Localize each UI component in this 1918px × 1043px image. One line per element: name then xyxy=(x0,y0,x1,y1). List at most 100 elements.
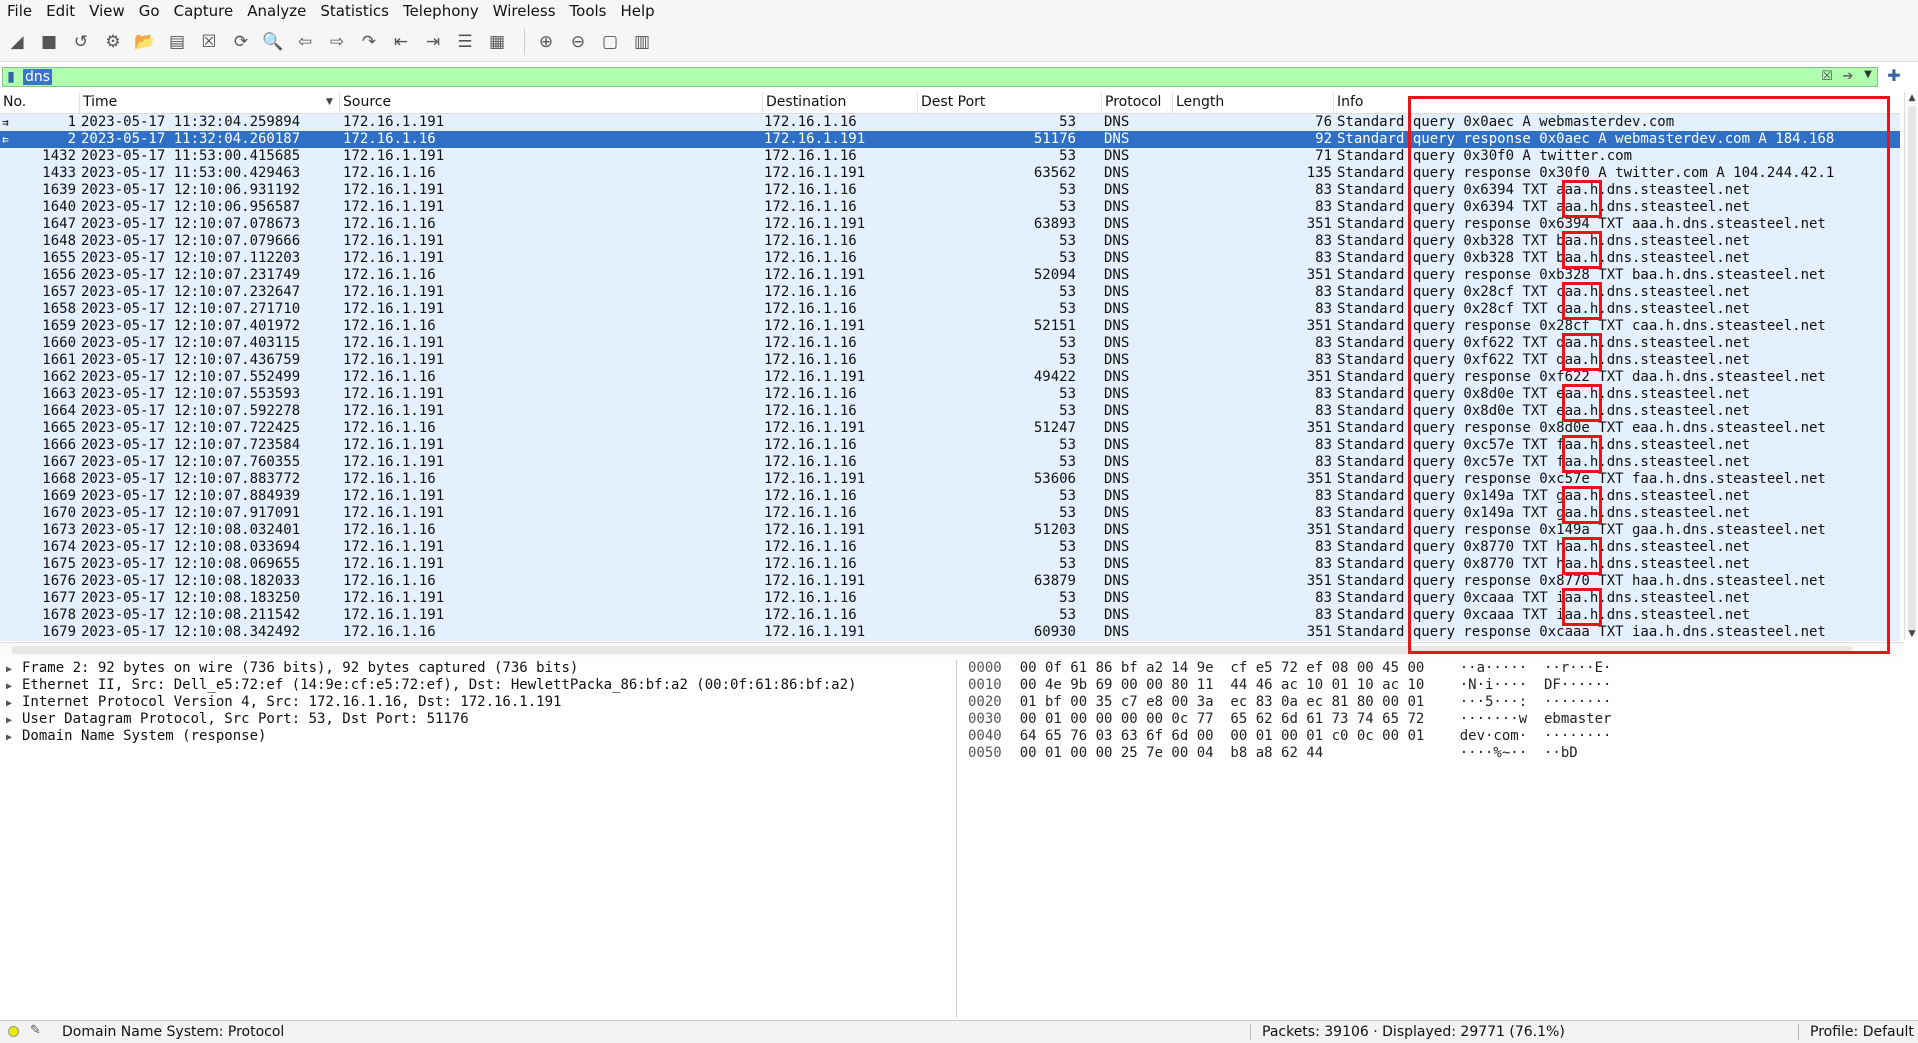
expand-arrow-icon[interactable]: ▶ xyxy=(6,661,22,678)
add-filter-button-icon[interactable]: ✚ xyxy=(1884,66,1904,86)
menu-capture[interactable]: Capture xyxy=(167,0,241,22)
scroll-up-icon[interactable]: ▲ xyxy=(1905,92,1918,104)
cell-proto: DNS xyxy=(1104,522,1130,538)
menu-tools[interactable]: Tools xyxy=(563,0,614,22)
display-filter-input[interactable]: ▮ dns ☒ ➔ ▼ xyxy=(2,67,1878,87)
hex-bytes[interactable]: 00 01 00 00 00 00 0c 77 65 62 6d 61 73 7… xyxy=(1020,711,1460,728)
hex-ascii[interactable]: ····%~·· ··bD xyxy=(1460,745,1578,761)
hex-bytes[interactable]: 00 4e 9b 69 00 00 80 11 44 46 ac 10 01 1… xyxy=(1020,677,1460,694)
hex-row[interactable]: 0050 00 01 00 00 25 7e 00 04 b8 a8 62 44 ·… xyxy=(962,745,1918,762)
hex-bytes[interactable]: 64 65 76 03 63 6f 6d 00 00 01 00 01 c0 0… xyxy=(1020,728,1460,745)
expand-arrow-icon[interactable]: ▶ xyxy=(6,678,22,695)
cell-no: 1648 xyxy=(42,233,76,249)
expand-arrow-icon[interactable]: ▶ xyxy=(6,729,22,746)
column-header-time[interactable]: Time xyxy=(80,92,340,113)
hex-bytes[interactable]: 00 01 00 00 25 7e 00 04 b8 a8 62 44 xyxy=(1020,745,1460,762)
cell-no: 1664 xyxy=(42,403,76,419)
menu-view[interactable]: View xyxy=(82,0,132,22)
menu-help[interactable]: Help xyxy=(613,0,661,22)
cell-src: 172.16.1.16 xyxy=(343,318,436,334)
hex-row[interactable]: 0010 00 4e 9b 69 00 00 80 11 44 46 ac 10 … xyxy=(962,677,1918,694)
resize-columns-icon[interactable]: ▥ xyxy=(629,29,655,55)
cell-proto: DNS xyxy=(1104,199,1130,215)
scroll-down-icon[interactable]: ▼ xyxy=(1905,628,1918,640)
cell-no: 1676 xyxy=(42,573,76,589)
restart-capture-icon[interactable]: ↺ xyxy=(68,29,94,55)
hex-bytes[interactable]: 00 0f 61 86 bf a2 14 9e cf e5 72 ef 08 0… xyxy=(1020,660,1460,677)
menu-statistics[interactable]: Statistics xyxy=(313,0,396,22)
detail-tree-item[interactable]: ▶ Domain Name System (response) xyxy=(0,728,956,745)
detail-tree-item[interactable]: ▶ Ethernet II, Src: Dell_e5:72:ef (14:9e:… xyxy=(0,677,956,694)
cell-dport: 53 xyxy=(1059,148,1076,164)
go-forward-icon[interactable]: ⇨ xyxy=(324,29,350,55)
bookmark-icon[interactable]: ▮ xyxy=(3,68,19,86)
menu-telephony[interactable]: Telephony xyxy=(396,0,486,22)
capture-options-icon[interactable]: ⚙ xyxy=(100,29,126,55)
zoom-in-icon[interactable]: ⊕ xyxy=(533,29,559,55)
menu-edit[interactable]: Edit xyxy=(39,0,82,22)
detail-text: User Datagram Protocol, Src Port: 53, Ds… xyxy=(22,711,469,727)
colorize-icon[interactable]: ▦ xyxy=(484,29,510,55)
cell-proto: DNS xyxy=(1104,352,1130,368)
stop-capture-icon[interactable]: ■ xyxy=(36,29,62,55)
expert-info-icon[interactable] xyxy=(8,1026,19,1037)
first-packet-icon[interactable]: ⇤ xyxy=(388,29,414,55)
cell-dport: 53 xyxy=(1059,250,1076,266)
cell-time: 2023-05-17 12:10:08.183250 xyxy=(81,590,301,606)
column-header-destination[interactable]: Destination xyxy=(763,92,918,113)
hex-ascii[interactable]: ·······w ebmaster xyxy=(1460,711,1612,727)
filter-text[interactable]: dns xyxy=(23,69,53,85)
column-header-length[interactable]: Length xyxy=(1173,92,1334,113)
cell-dport: 52094 xyxy=(1033,267,1076,283)
detail-tree-item[interactable]: ▶ User Datagram Protocol, Src Port: 53, D… xyxy=(0,711,956,728)
column-header-dest-port[interactable]: Dest Port xyxy=(918,92,1102,113)
cell-proto: DNS xyxy=(1104,114,1130,130)
find-packet-icon[interactable]: 🔍 xyxy=(260,29,286,55)
go-to-packet-icon[interactable]: ↷ xyxy=(356,29,382,55)
menu-analyze[interactable]: Analyze xyxy=(240,0,313,22)
hex-row[interactable]: 0020 01 bf 00 35 c7 e8 00 3a ec 83 0a ec … xyxy=(962,694,1918,711)
cell-src: 172.16.1.191 xyxy=(343,233,445,249)
go-back-icon[interactable]: ⇦ xyxy=(292,29,318,55)
chevron-down-icon[interactable]: ▼ xyxy=(1861,69,1875,85)
reload-file-icon[interactable]: ⟳ xyxy=(228,29,254,55)
hex-row[interactable]: 0000 00 0f 61 86 bf a2 14 9e cf e5 72 ef … xyxy=(962,660,1918,677)
hex-bytes[interactable]: 01 bf 00 35 c7 e8 00 3a ec 83 0a ec 81 8… xyxy=(1020,694,1460,711)
vertical-scrollbar[interactable]: ▲ ▼ xyxy=(1904,92,1918,640)
menu-go[interactable]: Go xyxy=(132,0,167,22)
column-header-no[interactable]: No. xyxy=(0,92,80,113)
hex-ascii[interactable]: dev·com· ········ xyxy=(1460,728,1612,744)
last-packet-icon[interactable]: ⇥ xyxy=(420,29,446,55)
annotation-box-subdomain xyxy=(1562,537,1602,575)
edit-comment-icon[interactable]: ✎ xyxy=(30,1023,41,1038)
open-file-icon[interactable]: 📂 xyxy=(132,29,158,55)
close-file-icon[interactable]: ☒ xyxy=(196,29,222,55)
auto-scroll-icon[interactable]: ☰ xyxy=(452,29,478,55)
save-file-icon[interactable]: ▤ xyxy=(164,29,190,55)
detail-tree-item[interactable]: ▶ Frame 2: 92 bytes on wire (736 bits), 9… xyxy=(0,660,956,677)
menu-file[interactable]: File xyxy=(0,0,39,22)
zoom-out-icon[interactable]: ⊖ xyxy=(565,29,591,55)
column-header-source[interactable]: Source xyxy=(340,92,763,113)
expand-arrow-icon[interactable]: ▶ xyxy=(6,712,22,729)
hex-ascii[interactable]: ···5···: ········ xyxy=(1460,694,1612,710)
cell-len: 351 xyxy=(1306,522,1332,538)
cell-dst: 172.16.1.191 xyxy=(764,165,866,181)
start-capture-icon[interactable]: ◢ xyxy=(4,29,30,55)
hex-row[interactable]: 0040 64 65 76 03 63 6f 6d 00 00 01 00 01 … xyxy=(962,728,1918,745)
menu-wireless[interactable]: Wireless xyxy=(486,0,563,22)
hex-ascii[interactable]: ·N·i···· DF······ xyxy=(1460,677,1612,693)
expand-arrow-icon[interactable]: ▶ xyxy=(6,695,22,712)
column-header-protocol[interactable]: Protocol xyxy=(1102,92,1173,113)
profile-selector[interactable]: Profile: Default xyxy=(1810,1024,1914,1040)
clear-filter-icon[interactable]: ☒ xyxy=(1819,69,1835,85)
hex-row[interactable]: 0030 00 01 00 00 00 00 0c 77 65 62 6d 61 … xyxy=(962,711,1918,728)
cell-time: 2023-05-17 12:10:07.401972 xyxy=(81,318,301,334)
normal-size-icon[interactable]: ▢ xyxy=(597,29,623,55)
scroll-thumb[interactable] xyxy=(1908,106,1916,636)
hex-ascii[interactable]: ··a····· ··r···E· xyxy=(1460,660,1612,676)
apply-filter-icon[interactable]: ➔ xyxy=(1837,69,1859,85)
cell-time: 2023-05-17 12:10:08.211542 xyxy=(81,607,301,623)
cell-proto: DNS xyxy=(1104,590,1130,606)
detail-tree-item[interactable]: ▶ Internet Protocol Version 4, Src: 172.1… xyxy=(0,694,956,711)
